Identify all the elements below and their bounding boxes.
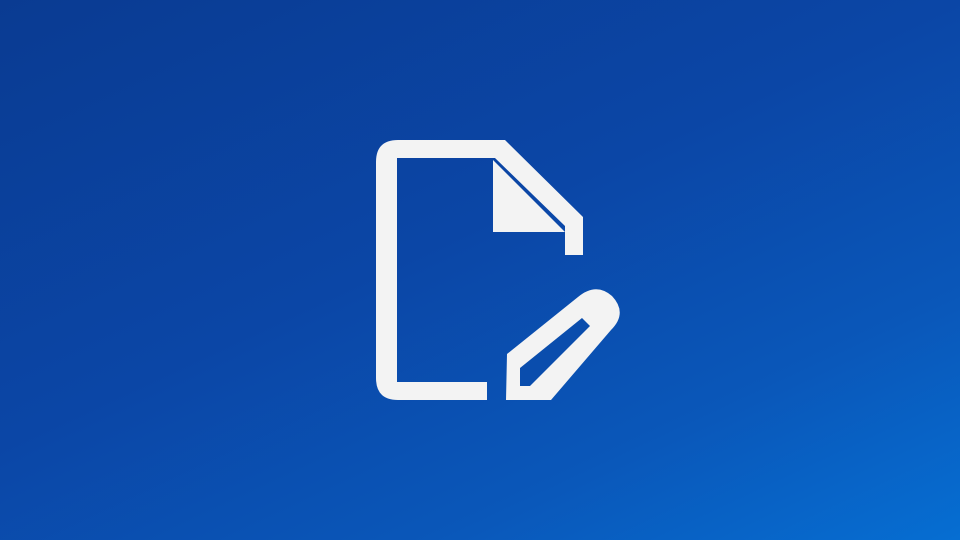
pencil-icon (506, 289, 620, 400)
splash-screen (0, 0, 960, 540)
document-edit-icon (376, 140, 620, 400)
icon-container (0, 0, 960, 540)
